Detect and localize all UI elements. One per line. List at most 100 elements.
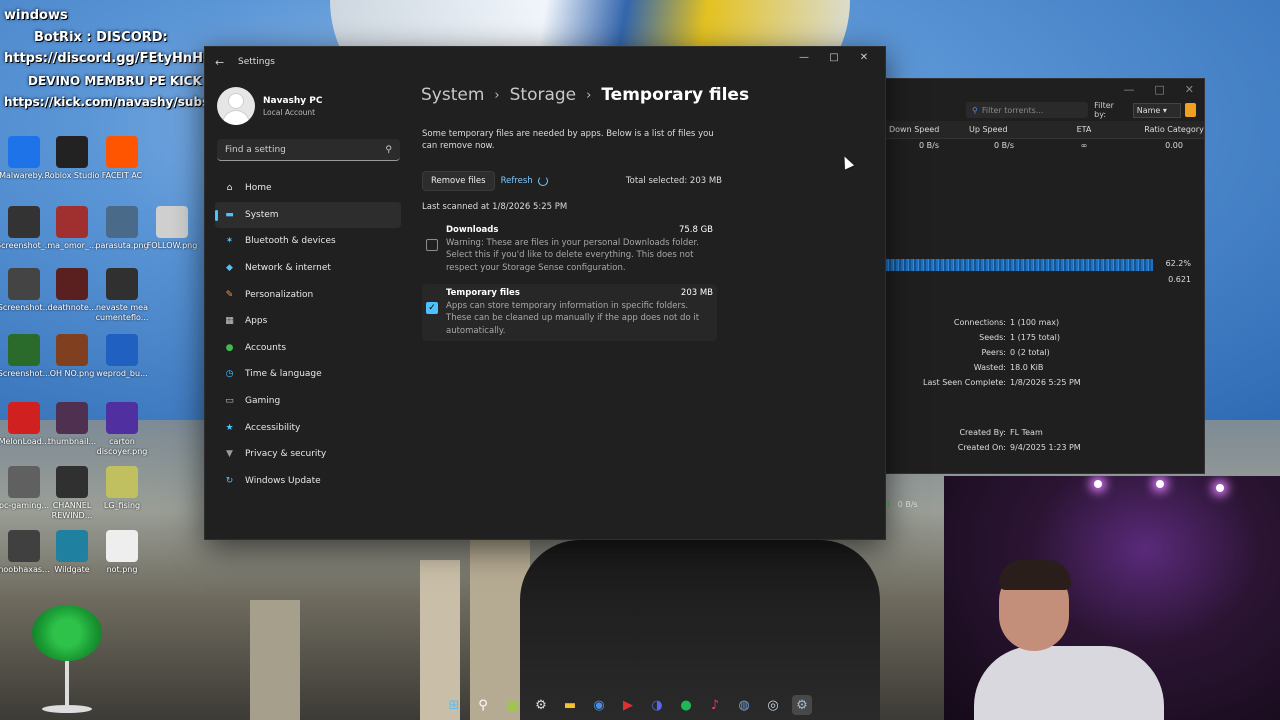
avatar	[217, 87, 255, 125]
desktop-icon[interactable]: nevaste mea cumenteflo...	[94, 268, 150, 323]
desktop-icon[interactable]: FACEIT AC	[94, 136, 150, 181]
nav-item-home[interactable]: ⌂ Home	[215, 175, 401, 202]
progress-bar	[886, 259, 1153, 271]
stat-key: Seeds:	[979, 333, 1006, 342]
nav-item-bluetooth-devices[interactable]: ✶ Bluetooth & devices	[215, 228, 401, 255]
column-header[interactable]: ETA	[1039, 125, 1129, 134]
minimize-button[interactable]: —	[789, 49, 819, 69]
column-header[interactable]: Down Speed	[889, 125, 969, 134]
torrent-cell: 0 B/s	[994, 141, 1014, 150]
overlay-kick-text: DEVINO MEMBRU PE KICK ♥	[28, 74, 217, 88]
breadcrumb-storage[interactable]: Storage	[510, 85, 577, 105]
desktop-icon[interactable]: Roblox Studio	[44, 136, 100, 181]
remove-files-button[interactable]: Remove files	[422, 171, 495, 191]
desktop-icon[interactable]: not.png	[94, 530, 150, 575]
window-title: Settings	[238, 57, 275, 67]
desktop-icon[interactable]: LG_fising	[94, 466, 150, 511]
desktop-icon-image	[106, 402, 138, 434]
desktop-icon[interactable]: FOLLOW.png	[144, 206, 200, 251]
temporary-files-checkbox[interactable]: ✓	[426, 302, 438, 314]
steam-icon[interactable]: ◎	[763, 695, 783, 715]
find-setting-input[interactable]: Find a setting ⚲	[217, 139, 400, 161]
minimize-icon[interactable]: —	[1123, 83, 1134, 96]
column-header[interactable]: Ratio Category	[1129, 125, 1219, 134]
torrent-filter-input[interactable]: ⚲ Filter torrents...	[966, 102, 1089, 118]
desktop-icon[interactable]: parasuta.png	[94, 206, 150, 251]
desktop-icon-image	[56, 402, 88, 434]
start-icon[interactable]: ⊞	[444, 695, 464, 715]
desktop-icon[interactable]: deathnote...	[44, 268, 100, 313]
stat-row: Connections: 1 (100 max)	[886, 315, 1206, 330]
desktop-icon-image	[8, 530, 40, 562]
gamepad-icon: ▭	[225, 396, 234, 407]
nav-item-network-internet[interactable]: ◆ Network & internet	[215, 255, 401, 282]
maximize-button[interactable]: □	[819, 49, 849, 69]
nav-item-privacy-security[interactable]: ▼ Privacy & security	[215, 441, 401, 468]
notepad-icon[interactable]: ▤	[502, 695, 522, 715]
lock-icon[interactable]	[1184, 103, 1196, 117]
torrent-cell: 0 B/s	[919, 141, 939, 150]
column-header[interactable]: Up Speed	[969, 125, 1039, 134]
desktop-icon[interactable]: ma_omor_...	[44, 206, 100, 251]
search-icon[interactable]: ⚲	[473, 695, 493, 715]
desktop-icon[interactable]: Wildgate	[44, 530, 100, 575]
browser-icon[interactable]: ◉	[589, 695, 609, 715]
video-player-icon[interactable]: ▶	[618, 695, 638, 715]
download-arrow-icon: ↓	[885, 499, 892, 509]
file-description: Warning: These are files in your persona…	[446, 238, 699, 273]
qbittorrent-icon[interactable]: ◍	[734, 695, 754, 715]
settings-app-icon[interactable]: ⚙	[792, 695, 812, 715]
desktop-icon[interactable]: thumbnail...	[44, 402, 100, 447]
system-icon: ▬	[225, 209, 234, 220]
file-explorer-icon[interactable]: ▬	[560, 695, 580, 715]
maximize-icon[interactable]: □	[1154, 83, 1164, 96]
back-arrow-icon[interactable]: ←	[215, 56, 224, 69]
downloads-checkbox[interactable]	[426, 239, 438, 251]
qbt-statusbar: ↓ 0 B/s	[885, 496, 945, 512]
breadcrumb-system[interactable]: System	[421, 85, 484, 105]
discord-icon[interactable]: ◑	[647, 695, 667, 715]
stat-row: Seeds: 1 (175 total)	[886, 330, 1206, 345]
nav-item-accessibility[interactable]: ★ Accessibility	[215, 414, 401, 441]
settings-cog-icon[interactable]: ⚙	[531, 695, 551, 715]
filter-placeholder: Filter torrents...	[981, 105, 1044, 115]
nav-item-apps[interactable]: ▦ Apps	[215, 308, 401, 335]
qbt-titlebar: — □ ✕	[886, 79, 1204, 99]
torrent-row[interactable]: 0 B/s 0 B/s ∞ 0.00	[886, 139, 1204, 152]
search-placeholder: Find a setting	[225, 144, 286, 155]
stat-value: 0 (2 total)	[1010, 348, 1050, 357]
file-item-temporary-files[interactable]: ✓ Temporary files 203 MB Apps can store …	[422, 284, 717, 342]
nav-item-system[interactable]: ▬ System	[215, 201, 401, 229]
nav-item-label: Gaming	[245, 396, 281, 407]
user-account-type: Local Account	[263, 107, 316, 117]
torrent-list-header: Down Speed Up Speed ETA Ratio Category	[886, 121, 1204, 139]
file-item-downloads[interactable]: Downloads 75.8 GB Warning: These are fil…	[422, 221, 717, 278]
nav-item-time-language[interactable]: ◷ Time & language	[215, 361, 401, 388]
desktop-icon[interactable]: weprod_bu...	[94, 334, 150, 379]
filter-by-label: Filter by:	[1094, 101, 1114, 119]
nav-item-personalization[interactable]: ✎ Personalization	[215, 281, 401, 308]
desktop-icon-image	[56, 530, 88, 562]
meta-key: Created By:	[959, 428, 1006, 437]
desktop-icon[interactable]: CHANNEL REWIND...	[44, 466, 100, 521]
nav-item-accounts[interactable]: ● Accounts	[215, 335, 401, 362]
desktop-icon[interactable]: carton discoyer.png	[94, 402, 150, 457]
meta-value: 9/4/2025 1:23 PM	[1010, 443, 1081, 452]
desktop-icon-image	[156, 206, 188, 238]
nav-item-windows-update[interactable]: ↻ Windows Update	[215, 468, 401, 495]
desktop-icon[interactable]: OH NO.png	[44, 334, 100, 379]
refresh-button[interactable]: Refresh	[501, 176, 548, 186]
settings-window[interactable]: ← Settings — □ ✕ Navashy PC Local Accoun…	[204, 46, 886, 540]
close-button[interactable]: ✕	[849, 49, 879, 69]
webcam-feed	[944, 476, 1280, 720]
filter-by-select[interactable]: Name ▾	[1132, 102, 1181, 118]
tiktok-icon[interactable]: ♪	[705, 695, 725, 715]
close-icon[interactable]: ✕	[1185, 83, 1194, 96]
desktop-icon-image	[8, 402, 40, 434]
stat-row: Peers: 0 (2 total)	[886, 345, 1206, 360]
qbittorrent-window[interactable]: — □ ✕ ⚲ Filter torrents... Filter by: Na…	[885, 78, 1205, 474]
desktop-icon-image	[106, 136, 138, 168]
nav-item-gaming[interactable]: ▭ Gaming	[215, 388, 401, 415]
spotify-icon[interactable]: ●	[676, 695, 696, 715]
user-profile[interactable]: Navashy PC Local Account	[217, 87, 323, 125]
